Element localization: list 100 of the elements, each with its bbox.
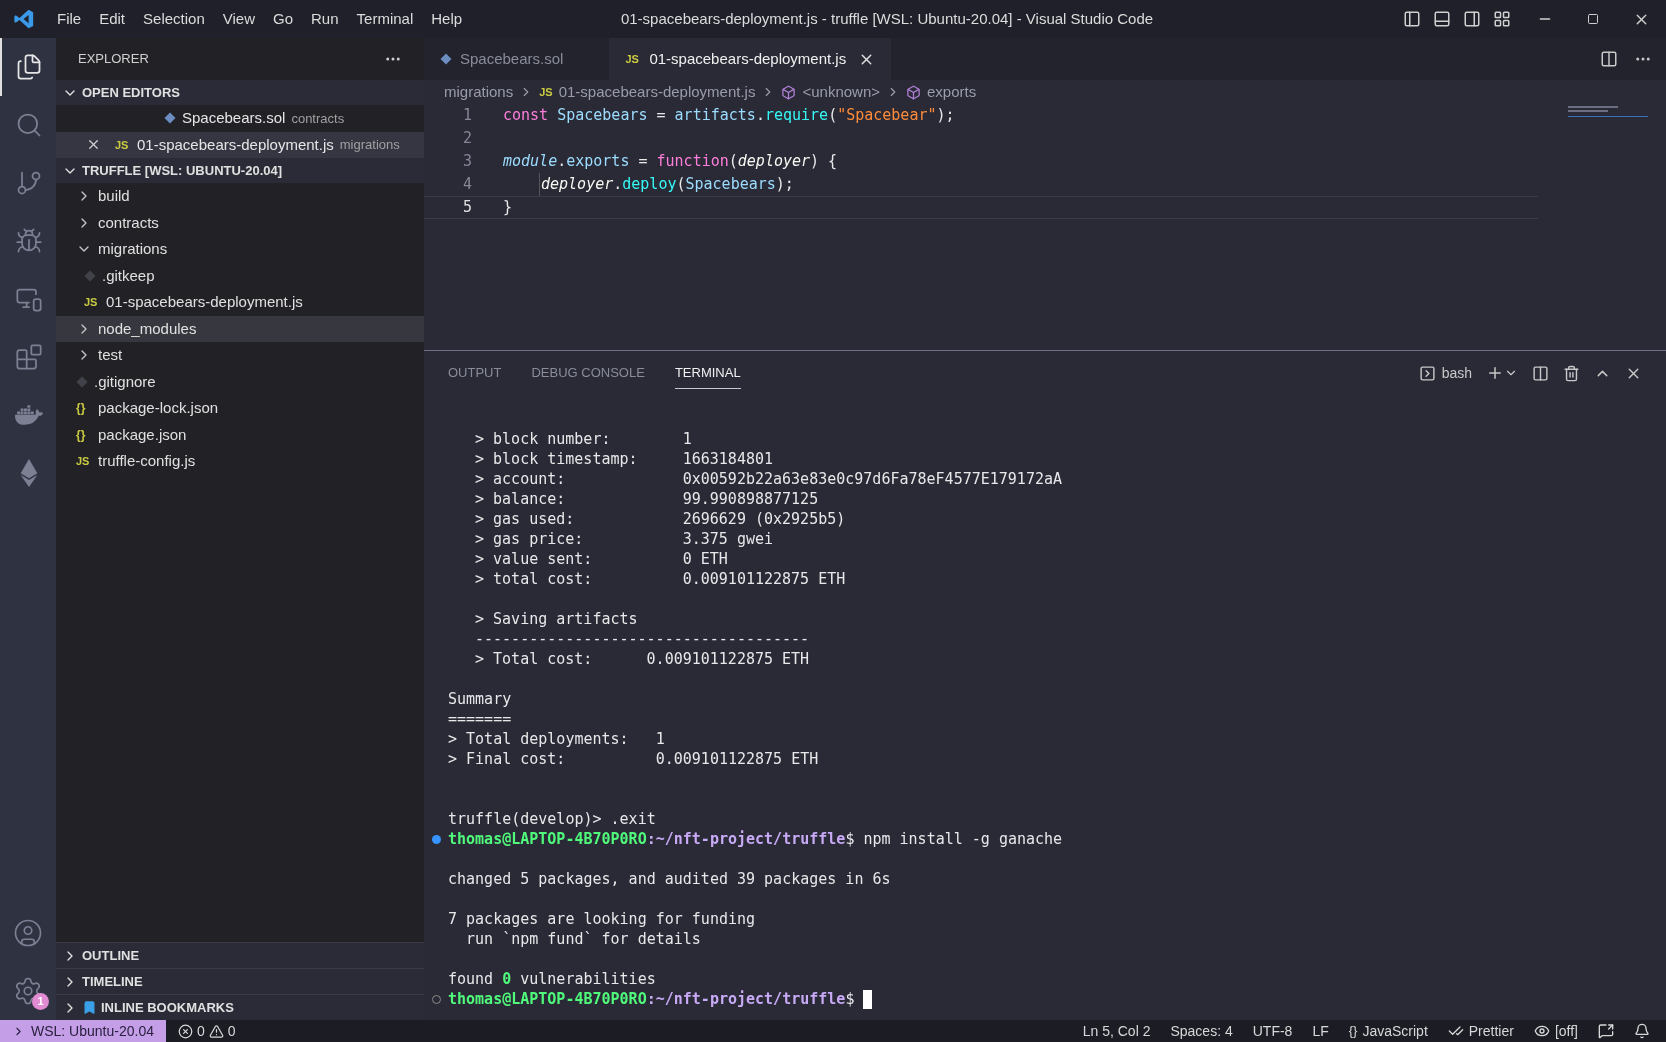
- code-token: const: [503, 105, 550, 127]
- code-token: .: [755, 105, 765, 127]
- bell-icon[interactable]: [1634, 1023, 1650, 1039]
- code-token: (: [728, 151, 738, 173]
- sidebar-toggle-icon[interactable]: [1403, 10, 1421, 28]
- folder-entry[interactable]: node_modules: [56, 315, 424, 342]
- menu-item[interactable]: File: [48, 7, 91, 31]
- tab-label: Spacebears.sol: [460, 48, 564, 69]
- breadcrumb-item[interactable]: migrations: [444, 80, 514, 104]
- bug-icon[interactable]: [15, 227, 43, 255]
- breadcrumb-item[interactable]: <unknown>: [802, 80, 881, 104]
- problems-indicator[interactable]: 0 0: [165, 1020, 248, 1042]
- split-terminal-icon[interactable]: [1532, 364, 1549, 382]
- menu-item[interactable]: Selection: [134, 7, 214, 31]
- editor-tab[interactable]: JS 01-spacebears-deployment.js: [609, 38, 892, 80]
- code-token: (: [828, 105, 838, 127]
- js-file-icon: JS: [84, 294, 100, 311]
- files-icon[interactable]: [15, 53, 43, 81]
- menu-item[interactable]: View: [213, 7, 264, 31]
- code-token: deployer: [541, 174, 614, 196]
- js-file-icon: JS: [539, 83, 553, 101]
- folder-entry[interactable]: build: [56, 183, 424, 210]
- remote-indicator[interactable]: WSL: Ubuntu-20.04: [0, 1020, 166, 1042]
- explorer-entry[interactable]: .gitkeep: [56, 262, 424, 289]
- menu-item[interactable]: Help: [422, 7, 472, 31]
- section-header[interactable]: INLINE BOOKMARKS: [56, 994, 424, 1020]
- json-file-icon: {}: [76, 425, 92, 444]
- language-button[interactable]: {} JavaScript: [1348, 1020, 1428, 1042]
- folder-entry[interactable]: test: [56, 342, 424, 369]
- explorer-entry[interactable]: JS truffle-config.js: [56, 448, 424, 475]
- explorer-entry[interactable]: {} package.json: [56, 421, 424, 448]
- terminal-line: > Saving artifacts: [475, 608, 638, 630]
- editor-tab[interactable]: Spacebears.sol: [424, 38, 610, 80]
- feedback-icon[interactable]: [1598, 1023, 1614, 1039]
- code-token: deployer: [737, 151, 811, 173]
- section-header[interactable]: TIMELINE: [56, 968, 424, 994]
- panel-tab[interactable]: OUTPUT: [448, 357, 502, 389]
- section-title: TRUFFLE [WSL: UBUNTU-20.04]: [82, 161, 283, 180]
- status-item[interactable]: UTF-8: [1252, 1020, 1293, 1042]
- status-item[interactable]: LF: [1312, 1020, 1329, 1042]
- terminal-line: > balance: 99.990898877125: [475, 488, 819, 510]
- open-editor-item[interactable]: Spacebears.sol contracts: [56, 105, 424, 132]
- app-logo-icon: [13, 8, 35, 30]
- trash-icon[interactable]: [1563, 364, 1580, 382]
- blocks-icon[interactable]: [15, 343, 43, 371]
- line-number: 2: [461, 128, 472, 150]
- folder-entry[interactable]: contracts: [56, 209, 424, 236]
- folder-entry[interactable]: migrations: [56, 236, 424, 263]
- shell-selector[interactable]: bash: [1418, 362, 1472, 384]
- terminal-line: > value sent: 0 ETH: [475, 548, 728, 570]
- terminal-line: > Total deployments: 1: [448, 728, 665, 750]
- diamond-file-icon: [440, 53, 452, 65]
- file-name: 01-spacebears-deployment.js: [137, 134, 334, 155]
- item-label: .gitkeep: [102, 265, 155, 286]
- secondary-sidebar-icon[interactable]: [1463, 10, 1481, 28]
- eye-toggle[interactable]: [off]: [1533, 1020, 1578, 1042]
- terminal-line: > block timestamp: 1663184801: [475, 448, 773, 470]
- maximize-icon[interactable]: [1587, 13, 1599, 25]
- menu-item[interactable]: Go: [264, 7, 302, 31]
- explorer-entry[interactable]: JS 01-spacebears-deployment.js: [56, 289, 424, 316]
- code-token: Spacebears: [685, 174, 776, 196]
- breadcrumb-item[interactable]: exports: [927, 80, 977, 104]
- settings-icon[interactable]: [13, 976, 43, 1006]
- menu-item[interactable]: Terminal: [347, 7, 423, 31]
- sidebar-title: EXPLORER: [78, 50, 149, 69]
- account-icon[interactable]: [13, 918, 43, 948]
- explorer-entry[interactable]: {} package-lock.json: [56, 395, 424, 422]
- search-icon[interactable]: [15, 111, 43, 139]
- line-number: 1: [461, 105, 472, 127]
- item-label: truffle-config.js: [98, 451, 196, 471]
- new-terminal-icon[interactable]: [1486, 364, 1504, 382]
- section-title: TIMELINE: [82, 972, 143, 991]
- json-file-icon: {}: [76, 399, 92, 418]
- explorer-entry[interactable]: .gitignore: [56, 368, 424, 395]
- layout-icon[interactable]: [1493, 10, 1511, 28]
- warning-icon: [208, 1023, 224, 1039]
- open-editor-item[interactable]: JS 01-spacebears-deployment.js migrations: [56, 131, 424, 158]
- file-name: Spacebears.sol: [182, 108, 286, 128]
- terminal-line: found 0 vulnerabilities: [448, 968, 656, 990]
- branch-icon[interactable]: [15, 169, 43, 197]
- breadcrumb-item[interactable]: 01-spacebears-deployment.js: [558, 80, 756, 104]
- terminal-line: truffle(develop)> .exit: [448, 808, 656, 830]
- panel-tab[interactable]: DEBUG CONSOLE: [531, 357, 645, 389]
- panel-tab[interactable]: TERMINAL: [674, 356, 741, 390]
- status-item[interactable]: Ln 5, Col 2: [1082, 1020, 1151, 1042]
- split-editor-icon[interactable]: [1600, 50, 1618, 68]
- menu-item[interactable]: Run: [302, 7, 348, 31]
- line-number: 5: [461, 197, 472, 219]
- section-header[interactable]: OUTLINE: [56, 942, 424, 968]
- code-token: =: [655, 105, 667, 127]
- menu-item[interactable]: Edit: [90, 7, 135, 31]
- prettier-button[interactable]: Prettier: [1447, 1020, 1514, 1042]
- section-header[interactable]: TRUFFLE [WSL: UBUNTU-20.04]: [56, 158, 424, 183]
- status-item[interactable]: Spaces: 4: [1170, 1020, 1233, 1042]
- panel-toggle-icon[interactable]: [1433, 10, 1451, 28]
- js-file-icon: JS: [76, 453, 92, 470]
- terminal-line: =======: [448, 708, 512, 730]
- prompt-dollar: $: [845, 828, 855, 850]
- terminal-line: > gas used: 2696629 (0x2925b5): [475, 508, 846, 530]
- section-header[interactable]: OPEN EDITORS: [56, 80, 424, 105]
